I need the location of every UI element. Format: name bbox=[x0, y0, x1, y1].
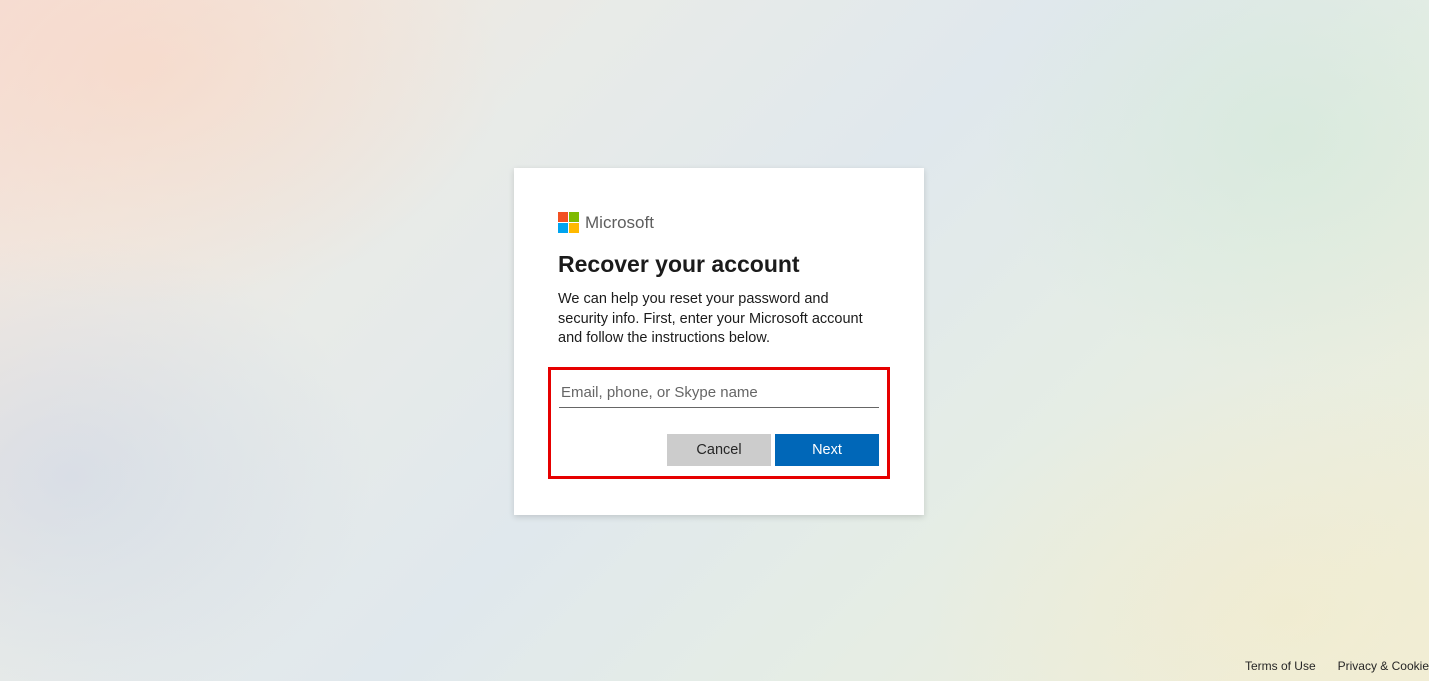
footer-links: Terms of Use Privacy & Cookie bbox=[1245, 659, 1429, 673]
card-description: We can help you reset your password and … bbox=[558, 290, 880, 349]
privacy-link[interactable]: Privacy & Cookie bbox=[1338, 659, 1429, 673]
button-row: Cancel Next bbox=[559, 434, 879, 466]
account-identifier-input[interactable] bbox=[559, 378, 879, 408]
microsoft-logo-icon bbox=[558, 212, 579, 233]
microsoft-logo-row: Microsoft bbox=[558, 212, 880, 233]
card-title: Recover your account bbox=[558, 251, 880, 278]
highlighted-input-section: Cancel Next bbox=[548, 367, 890, 479]
microsoft-logo-text: Microsoft bbox=[585, 213, 654, 233]
next-button[interactable]: Next bbox=[775, 434, 879, 466]
cancel-button[interactable]: Cancel bbox=[667, 434, 771, 466]
terms-link[interactable]: Terms of Use bbox=[1245, 659, 1316, 673]
recover-account-card: Microsoft Recover your account We can he… bbox=[514, 168, 924, 515]
